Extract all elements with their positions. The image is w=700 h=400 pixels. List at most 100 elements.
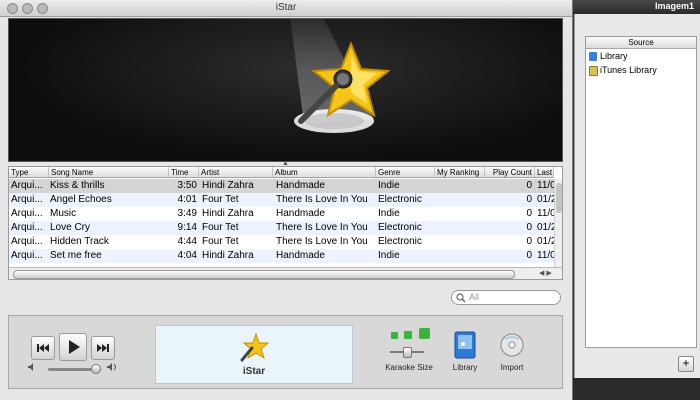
import-cd-icon[interactable]	[499, 331, 525, 359]
cell-time: 4:04	[177, 250, 197, 261]
cell-type: Arqui...	[11, 236, 43, 247]
table-row[interactable]: Arqui... Music 3:49 Hindi Zahra Handmade Indi…	[9, 207, 554, 221]
column-header-time[interactable]: Time	[169, 167, 199, 178]
play-button[interactable]	[59, 333, 87, 361]
cell-artist: Four Tet	[202, 236, 239, 247]
cell-play-count: 0	[526, 208, 532, 219]
library-label: Library	[452, 363, 478, 372]
secondary-window-title: Imagem1	[654, 1, 694, 11]
volume-low-icon	[28, 363, 33, 371]
source-item-library[interactable]: Library	[588, 50, 694, 63]
karaoke-size-icon[interactable]	[391, 328, 431, 344]
cell-song: Love Cry	[50, 222, 91, 233]
cell-genre: Electronic	[378, 222, 422, 233]
vertical-scrollbar[interactable]	[554, 179, 562, 267]
cell-type: Arqui...	[11, 180, 43, 191]
cell-genre: Indie	[378, 250, 400, 261]
cell-last: 11/0	[537, 250, 554, 261]
cell-song: Kiss & thrills	[50, 180, 105, 191]
table-row[interactable]: Arqui... Kiss & thrills 3:50 Hindi Zahra Han…	[9, 179, 554, 193]
cell-time: 4:01	[177, 194, 197, 205]
cell-last: 11/0	[537, 208, 554, 219]
vertical-scroll-thumb[interactable]	[556, 183, 562, 213]
cell-last: 11/0	[537, 180, 554, 191]
column-header-genre[interactable]: Genre	[376, 167, 435, 178]
horizontal-scrollbar[interactable]: ◀ ▶	[9, 267, 562, 279]
zoom-window-button[interactable]	[37, 3, 48, 14]
add-source-button[interactable]: +	[678, 356, 694, 372]
cell-time: 4:44	[177, 236, 197, 247]
cell-type: Arqui...	[11, 194, 43, 205]
table-row[interactable]: Arqui... Angel Echoes 4:01 Four Tet There Is…	[9, 193, 554, 207]
cell-genre: Indie	[378, 208, 400, 219]
cell-song: Music	[50, 208, 77, 219]
cell-album: Handmade	[276, 180, 325, 191]
source-column-header[interactable]: Source	[586, 37, 696, 49]
karaoke-size-label: Karaoke Size	[385, 363, 433, 372]
search-icon	[456, 293, 466, 303]
cell-genre: Electronic	[378, 194, 422, 205]
karaoke-size-knob[interactable]	[403, 347, 412, 358]
cell-play-count: 0	[526, 180, 532, 191]
import-label: Import	[500, 363, 524, 372]
cell-song: Set me free	[50, 250, 102, 261]
column-header-artist[interactable]: Artist	[199, 167, 273, 178]
cell-last: 01/2	[537, 236, 554, 247]
search-field[interactable]: All	[451, 290, 561, 305]
minimize-window-button[interactable]	[22, 3, 33, 14]
cell-album: Handmade	[276, 250, 325, 261]
cell-play-count: 0	[526, 250, 532, 261]
play-icon	[69, 340, 80, 354]
table-row[interactable]: Arqui... Set me free 4:04 Hindi Zahra Handma…	[9, 249, 554, 263]
window-titlebar[interactable]: iStar	[0, 0, 572, 17]
cell-play-count: 0	[526, 222, 532, 233]
cell-genre: Electronic	[378, 236, 422, 247]
cell-album: There Is Love In You	[276, 236, 368, 247]
istar-star-icon	[240, 332, 270, 362]
column-header-album[interactable]: Album	[273, 167, 376, 178]
desktop-strip	[570, 378, 700, 400]
column-header-my-ranking[interactable]: My Ranking	[435, 167, 485, 178]
cell-type: Arqui...	[11, 208, 43, 219]
cell-play-count: 0	[526, 194, 532, 205]
cell-artist: Four Tet	[202, 194, 239, 205]
scroll-arrows-icon[interactable]: ◀ ▶	[539, 268, 552, 279]
library-button-icon[interactable]	[453, 331, 477, 359]
cell-time: 9:14	[177, 222, 197, 233]
itunes-library-icon	[589, 66, 598, 76]
track-rows: Arqui... Kiss & thrills 3:50 Hindi Zahra Han…	[9, 179, 554, 267]
source-item-itunes-library[interactable]: iTunes Library	[588, 64, 694, 77]
volume-knob[interactable]	[90, 364, 101, 374]
previous-track-button[interactable]	[31, 336, 55, 360]
column-header-play-count[interactable]: Play Count	[485, 167, 535, 178]
cell-album: There Is Love In You	[276, 194, 368, 205]
next-track-button[interactable]	[91, 336, 115, 360]
cell-last: 01/2	[537, 194, 554, 205]
library-icon	[589, 52, 597, 61]
cell-artist: Four Tet	[202, 222, 239, 233]
search-placeholder: All	[469, 292, 480, 302]
cell-song: Angel Echoes	[50, 194, 112, 205]
display-title: iStar	[242, 366, 266, 377]
horizontal-scroll-thumb[interactable]	[13, 270, 515, 279]
close-window-button[interactable]	[7, 3, 18, 14]
column-header-last[interactable]: Last	[535, 167, 554, 178]
player-controls-panel: iStar Karaoke Size Library Import	[8, 315, 563, 389]
column-header-type[interactable]: Type	[9, 167, 49, 178]
cell-time: 3:49	[177, 208, 197, 219]
header-banner	[8, 18, 563, 162]
table-row[interactable]: Arqui... Love Cry 9:14 Four Tet There Is Lov…	[9, 221, 554, 235]
cell-time: 3:50	[177, 180, 197, 191]
source-item-label: iTunes Library	[600, 65, 657, 75]
cell-song: Hidden Track	[50, 236, 109, 247]
now-playing-display: iStar	[155, 325, 353, 384]
previous-icon	[37, 344, 49, 352]
cell-album: There Is Love In You	[276, 222, 368, 233]
cell-last: 01/2	[537, 222, 554, 233]
source-item-label: Library	[600, 51, 628, 61]
column-header-song-name[interactable]: Song Name	[49, 167, 169, 178]
next-icon	[97, 344, 109, 352]
secondary-window-titlebar: Imagem1	[560, 0, 700, 14]
cell-type: Arqui...	[11, 250, 43, 261]
table-row[interactable]: Arqui... Hidden Track 4:44 Four Tet There Is…	[9, 235, 554, 249]
